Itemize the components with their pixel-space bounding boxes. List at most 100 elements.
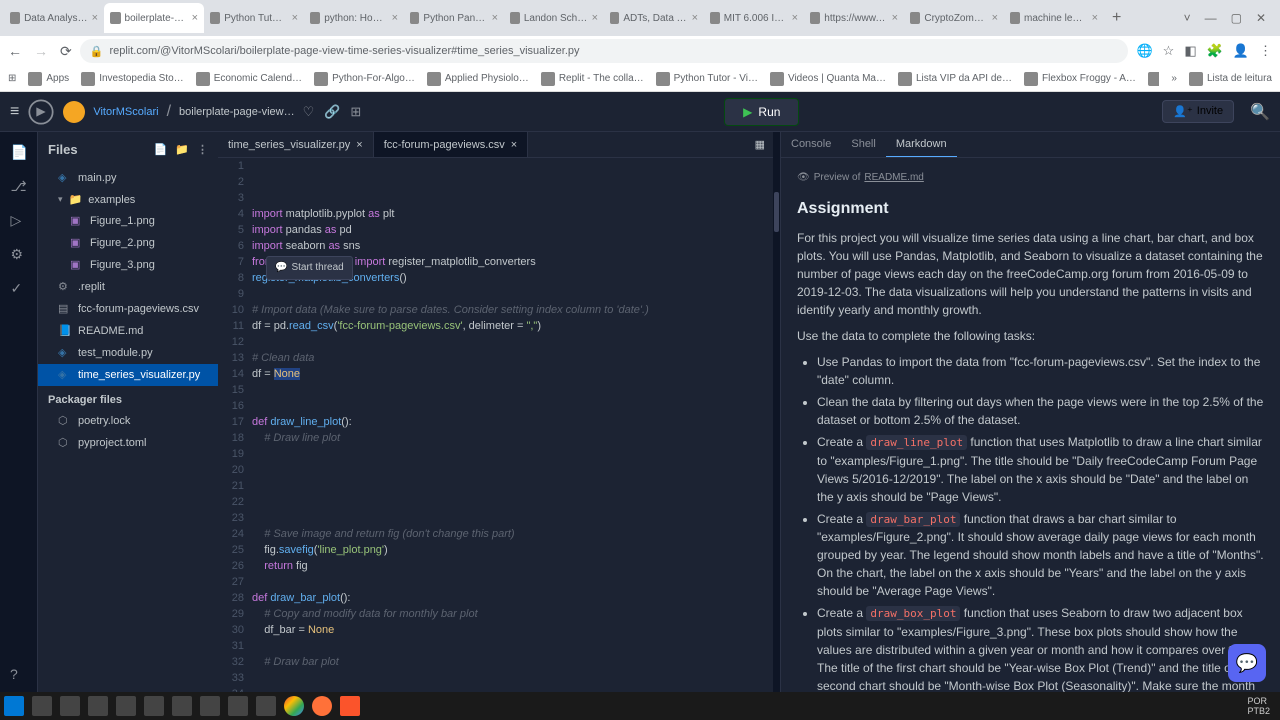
app5-icon[interactable] (200, 696, 220, 716)
url-input[interactable]: 🔒 replit.com/@VitorMScolari/boilerplate-… (80, 39, 1129, 63)
app1-icon[interactable] (88, 696, 108, 716)
bookmark-item[interactable]: Flexbox Froggy - A… (1024, 72, 1136, 86)
tab-shell[interactable]: Shell (841, 132, 885, 157)
file-pyproject[interactable]: ⬡pyproject.toml (38, 432, 218, 454)
ext1-icon[interactable]: ◧ (1184, 43, 1196, 59)
link-icon[interactable]: 🔗 (324, 104, 340, 120)
vcs-rail-icon[interactable]: ⎇ (11, 178, 27, 194)
app4-icon[interactable] (172, 696, 192, 716)
hamburger-icon[interactable]: ≡ (10, 103, 19, 121)
bookmark-item[interactable]: TryHackMe | Learn… (1148, 72, 1159, 86)
new-file-icon[interactable]: 📄 (154, 143, 168, 156)
tab-markdown[interactable]: Markdown (886, 132, 957, 157)
bookmark-item[interactable]: Applied Physiolo… (427, 72, 529, 86)
chat-fab-icon[interactable]: 💬 (1228, 644, 1266, 682)
check-rail-icon[interactable]: ✓ (11, 280, 27, 296)
breadcrumb-user[interactable]: VitorMScolari (93, 106, 158, 118)
brave-taskbar-icon[interactable] (340, 696, 360, 716)
file-poetry-lock[interactable]: ⬡poetry.lock (38, 410, 218, 432)
browser-tab[interactable]: Data Analysis wit× (4, 3, 104, 33)
window-maximize-icon[interactable]: ▢ (1231, 11, 1242, 25)
chrome-taskbar-icon[interactable] (284, 696, 304, 716)
window-minimize-icon[interactable]: — (1205, 11, 1217, 25)
editor-tab-csv[interactable]: fcc-forum-pageviews.csv× (374, 132, 528, 157)
bookmark-item[interactable]: Python-For-Algo… (314, 72, 415, 86)
avatar[interactable] (63, 101, 85, 123)
app6-icon[interactable] (228, 696, 248, 716)
file-figure-2[interactable]: ▣Figure_2.png (38, 232, 218, 254)
editor-layout-icon[interactable]: ▦ (747, 132, 773, 157)
tools-rail-icon[interactable]: ⚙ (11, 246, 27, 262)
files-panel: Files 📄 📁 ⋮ ◈main.py ▾📁examples ▣Figure_… (38, 132, 218, 692)
tab-console[interactable]: Console (781, 132, 841, 157)
browser-tab[interactable]: https://www.uder× (804, 3, 904, 33)
debug-rail-icon[interactable]: ▷ (11, 212, 27, 228)
browser-tab[interactable]: ADTs, Data Types,× (604, 3, 704, 33)
replit-logo-icon[interactable] (27, 98, 55, 126)
code-editor[interactable]: 1234567891011121314151617181920212223242… (218, 158, 773, 692)
browser-tab[interactable]: Landon Schlange× (504, 3, 604, 33)
bookmark-item[interactable]: Lista VIP da API de… (898, 72, 1012, 86)
tray-lang[interactable]: PORPTB2 (1247, 696, 1276, 716)
file-replit[interactable]: ⚙.replit (38, 276, 218, 298)
star-icon[interactable]: ☆ (1163, 43, 1175, 59)
bookmark-item[interactable]: Videos | Quanta Ma… (770, 72, 886, 86)
reload-icon[interactable]: ⟳ (60, 43, 72, 60)
window-close-icon[interactable]: ✕ (1256, 11, 1266, 25)
start-thread-hint[interactable]: 💬Start thread (266, 256, 353, 280)
file-figure-1[interactable]: ▣Figure_1.png (38, 210, 218, 232)
like-icon[interactable]: ♡ (303, 104, 315, 120)
task-import: Use Pandas to import the data from "fcc-… (817, 353, 1264, 389)
bookmark-item[interactable]: Investopedia Sto… (81, 72, 184, 86)
browser-tab[interactable]: Python Tutor - Vi× (204, 3, 304, 33)
browser-tab[interactable]: boilerplate-page× (104, 3, 204, 33)
markdown-view[interactable]: 👁 Preview of README.md Assignment For th… (781, 158, 1280, 692)
bookmark-item[interactable]: Apps (28, 72, 69, 86)
firefox-taskbar-icon[interactable] (312, 696, 332, 716)
search-header-icon[interactable]: 🔍 (1250, 102, 1270, 122)
chrome-chevron-down-icon[interactable]: ˅ (1184, 11, 1191, 25)
new-folder-icon[interactable]: 📁 (175, 143, 189, 156)
breadcrumb-repo[interactable]: boilerplate-page-view… (179, 106, 295, 118)
files-rail-icon[interactable]: 📄 (11, 144, 27, 160)
menu-icon[interactable]: ⋮ (1259, 43, 1272, 59)
search-taskbar-icon[interactable] (32, 696, 52, 716)
file-main-py[interactable]: ◈main.py (38, 167, 218, 189)
help-icon[interactable]: ? (10, 666, 18, 682)
minimap-indicator[interactable] (774, 192, 779, 232)
ext2-icon[interactable]: 🧩 (1207, 43, 1223, 59)
new-tab-button[interactable]: + (1106, 9, 1127, 27)
bookmark-item[interactable]: Economic Calend… (196, 72, 302, 86)
file-test-module[interactable]: ◈test_module.py (38, 342, 218, 364)
browser-tab[interactable]: MIT 6.006 Introdu× (704, 3, 804, 33)
run-button[interactable]: ▶Run (724, 98, 799, 126)
close-icon[interactable]: × (511, 139, 517, 151)
folder-examples[interactable]: ▾📁examples (38, 189, 218, 210)
browser-tab[interactable]: Python Pandas Tu× (404, 3, 504, 33)
editor-tab-visualizer[interactable]: time_series_visualizer.py× (218, 132, 374, 157)
start-button[interactable] (4, 696, 24, 716)
translate-icon[interactable]: 🌐 (1136, 43, 1152, 59)
browser-tab[interactable]: python: How to c× (304, 3, 404, 33)
forward-icon[interactable]: → (34, 43, 48, 60)
profile-icon[interactable]: 👤 (1233, 43, 1249, 59)
browser-tab[interactable]: machine learning× (1004, 3, 1104, 33)
bookmark-item[interactable]: Replit - The colla… (541, 72, 644, 86)
close-icon[interactable]: × (356, 139, 362, 151)
bookmark-item[interactable]: Python Tutor - Vi… (656, 72, 758, 86)
file-figure-3[interactable]: ▣Figure_3.png (38, 254, 218, 276)
apps-icon[interactable]: ⊞ (8, 73, 16, 84)
app2-icon[interactable] (116, 696, 136, 716)
back-icon[interactable]: ← (8, 43, 22, 60)
settings-icon[interactable]: ⊞ (350, 104, 361, 120)
invite-button[interactable]: 👤⁺Invite (1162, 100, 1234, 123)
bookmark-reading-list[interactable]: Lista de leitura (1189, 72, 1272, 86)
taskview-icon[interactable] (60, 696, 80, 716)
app3-icon[interactable] (144, 696, 164, 716)
app7-icon[interactable] (256, 696, 276, 716)
file-readme[interactable]: 📘README.md (38, 320, 218, 342)
browser-tab[interactable]: CryptoZombies |× (904, 3, 1004, 33)
file-csv[interactable]: ▤fcc-forum-pageviews.csv (38, 298, 218, 320)
files-menu-icon[interactable]: ⋮ (197, 143, 208, 156)
file-time-series-visualizer[interactable]: ◈time_series_visualizer.py (38, 364, 218, 386)
